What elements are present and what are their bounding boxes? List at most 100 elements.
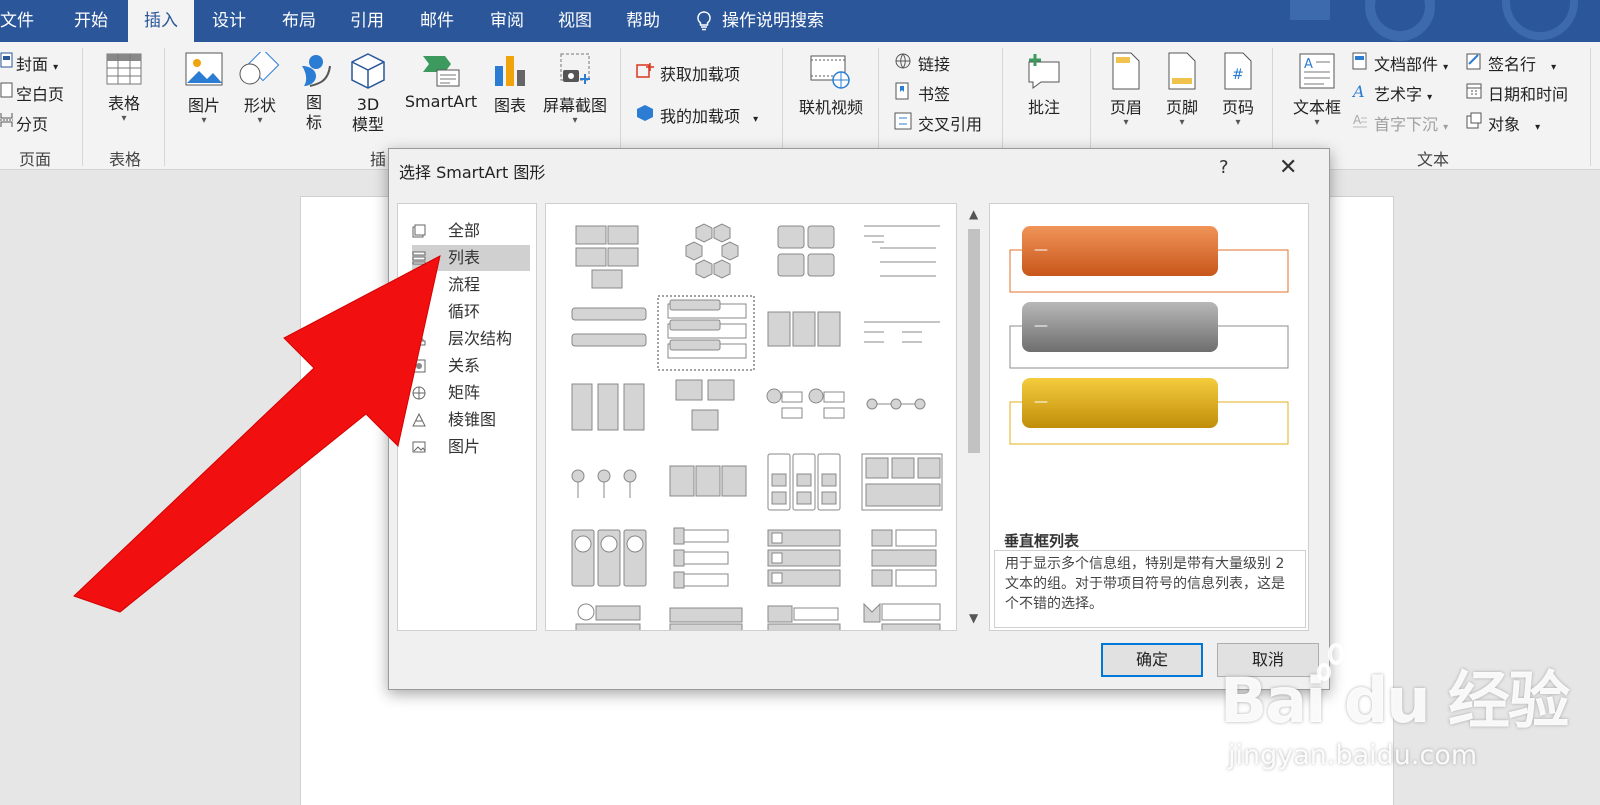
smartart-dialog: 选择 SmartArt 图形 ? ✕ 全部 列表 流程 循环 层次结构 关系 矩…: [388, 148, 1330, 690]
cross-reference-button[interactable]: 交叉引用: [918, 111, 982, 135]
header-icon: [1112, 52, 1140, 90]
wordart-button[interactable]: 艺术字 ▾: [1374, 81, 1432, 105]
layout-thumbnail[interactable]: [777, 225, 835, 277]
tab-help[interactable]: 帮助: [626, 0, 660, 42]
category-hierarchy[interactable]: 层次结构: [412, 326, 530, 352]
page-number-button[interactable]: # 页码 ▾: [1216, 52, 1260, 128]
category-label: 全部: [448, 221, 481, 240]
layout-thumbnail[interactable]: [669, 465, 747, 497]
tell-me-search[interactable]: 操作说明搜索: [696, 0, 824, 42]
drop-cap-button[interactable]: 首字下沉 ▾: [1374, 111, 1448, 135]
get-addins-button[interactable]: 获取加载项: [660, 61, 740, 85]
scrollbar-thumb[interactable]: [968, 229, 980, 453]
category-relationship[interactable]: 关系: [412, 353, 530, 379]
layout-thumbnail[interactable]: [864, 225, 940, 277]
date-time-button[interactable]: 日期和时间: [1488, 81, 1568, 105]
cover-page-button[interactable]: 封面 ▾: [16, 51, 58, 75]
signature-line-button[interactable]: 签名行 ▾: [1488, 51, 1556, 75]
icons-button[interactable]: 图 标: [296, 52, 332, 133]
text-box-icon: A: [1299, 53, 1335, 89]
cycle-icon: [413, 306, 425, 318]
tab-mailings[interactable]: 邮件: [420, 0, 454, 42]
icons-label-line2: 标: [305, 113, 322, 132]
tab-view[interactable]: 视图: [558, 0, 592, 42]
header-button[interactable]: 页眉 ▾: [1104, 52, 1148, 128]
category-pyramid[interactable]: 棱锥图: [412, 407, 530, 433]
separator: [82, 48, 83, 166]
tab-review[interactable]: 审阅: [490, 0, 524, 42]
tab-design[interactable]: 设计: [212, 0, 246, 42]
link-button[interactable]: 链接: [918, 51, 950, 75]
scroll-up-icon[interactable]: ▲: [969, 207, 978, 221]
layout-thumbnail[interactable]: [863, 602, 941, 631]
layout-thumbnail[interactable]: [669, 607, 743, 631]
comment-button[interactable]: 批注: [1020, 52, 1068, 118]
bookmark-button[interactable]: 书签: [918, 81, 950, 105]
close-button[interactable]: ✕: [1279, 155, 1297, 180]
layout-thumbnail[interactable]: [866, 398, 926, 410]
category-label: 关系: [448, 356, 481, 375]
online-video-icon: [810, 55, 850, 89]
tab-references[interactable]: 引用: [350, 0, 384, 42]
store-icon: [636, 63, 654, 78]
gallery-scrollbar[interactable]: ▲ ▼: [965, 203, 983, 631]
object-button[interactable]: 对象 ▾: [1488, 111, 1540, 135]
preview-shape-gold: [1022, 378, 1218, 428]
shapes-button[interactable]: 形状 ▾: [236, 48, 284, 126]
blank-page-button[interactable]: 空白页: [16, 81, 64, 105]
layout-thumbnail[interactable]: [575, 225, 639, 289]
chart-label: 图表: [493, 96, 526, 115]
layout-thumbnail[interactable]: [571, 469, 637, 498]
layout-thumbnail[interactable]: [767, 453, 841, 511]
chevron-down-icon: ▾: [201, 115, 207, 126]
tab-layout[interactable]: 布局: [282, 0, 316, 42]
layout-thumbnail[interactable]: [861, 453, 943, 511]
table-label: 表格: [107, 94, 140, 113]
screenshot-button[interactable]: 屏幕截图 ▾: [540, 52, 610, 126]
group-label-illustrations: 插: [369, 150, 386, 169]
layout-thumbnail[interactable]: [571, 529, 647, 587]
chevron-down-icon: ▾: [257, 115, 263, 126]
group-label-tables: 表格: [108, 150, 141, 169]
my-addins-button[interactable]: 我的加载项 ▾: [660, 103, 758, 127]
category-list-item[interactable]: 列表: [412, 245, 530, 271]
layout-thumbnail[interactable]: [767, 605, 841, 631]
category-all[interactable]: 全部: [412, 218, 530, 244]
smartart-button[interactable]: SmartArt: [402, 52, 480, 111]
layout-thumbnail[interactable]: [667, 299, 747, 359]
category-list: 全部 列表 流程 循环 层次结构 关系 矩阵 棱锥图 图片: [397, 203, 537, 631]
layout-thumbnail[interactable]: [871, 529, 937, 587]
page-break-button[interactable]: 分页: [16, 111, 48, 135]
layout-thumbnail[interactable]: [673, 527, 729, 589]
shapes-label: 形状: [243, 96, 276, 115]
category-cycle[interactable]: 循环: [412, 299, 530, 325]
table-button[interactable]: 表格 ▾: [102, 52, 146, 124]
layout-thumbnail[interactable]: [864, 321, 940, 343]
quick-parts-button[interactable]: 文档部件 ▾: [1374, 51, 1448, 75]
layout-thumbnail[interactable]: [675, 379, 735, 431]
3d-models-button[interactable]: 3D 模型: [348, 52, 388, 135]
layout-thumbnail[interactable]: [767, 311, 841, 347]
layout-thumbnail[interactable]: [766, 388, 845, 419]
online-video-button[interactable]: 联机视频: [796, 52, 866, 118]
layout-thumbnail[interactable]: [575, 603, 641, 631]
scroll-down-icon[interactable]: ▼: [969, 611, 978, 625]
category-matrix[interactable]: 矩阵: [412, 380, 530, 406]
ok-button[interactable]: 确定: [1101, 643, 1203, 677]
text-box-button[interactable]: A 文本框 ▾: [1290, 52, 1344, 128]
layout-thumbnail[interactable]: [685, 223, 739, 279]
category-process[interactable]: 流程: [412, 272, 530, 298]
chart-button[interactable]: 图表: [490, 52, 530, 116]
tab-file[interactable]: 文件: [0, 0, 50, 42]
footer-button[interactable]: 页脚 ▾: [1160, 52, 1204, 128]
tab-insert[interactable]: 插入: [128, 0, 194, 42]
date-time-icon: [1466, 83, 1482, 99]
tab-home[interactable]: 开始: [74, 0, 130, 42]
layout-thumbnail[interactable]: [767, 529, 841, 587]
footer-icon: [1168, 52, 1196, 90]
pictures-button[interactable]: 图片 ▾: [182, 52, 226, 126]
layout-thumbnail[interactable]: [571, 307, 647, 347]
layout-thumbnail[interactable]: [571, 383, 645, 431]
category-picture[interactable]: 图片: [412, 434, 530, 460]
help-button[interactable]: ?: [1219, 157, 1229, 178]
